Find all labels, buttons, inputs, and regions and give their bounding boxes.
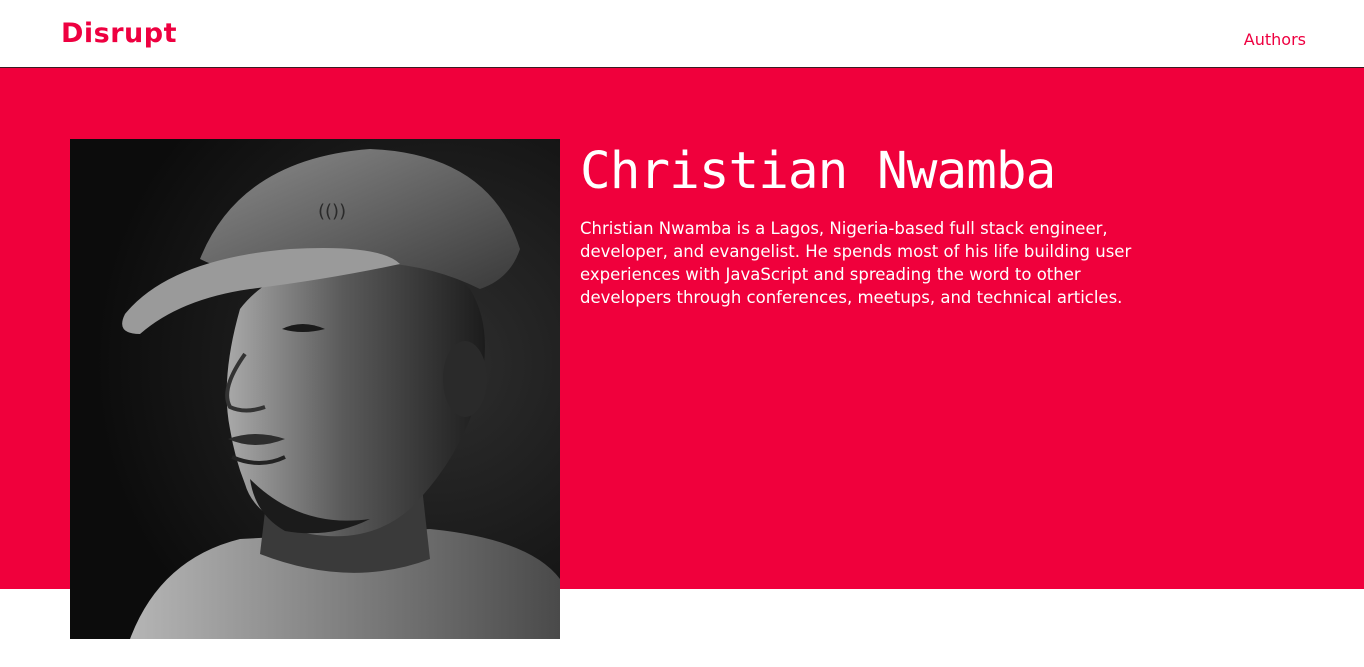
author-photo: (()) <box>70 139 560 639</box>
author-bio: Christian Nwamba is a Lagos, Nigeria-bas… <box>580 219 1132 307</box>
site-header: Disrupt Authors <box>0 0 1364 68</box>
svg-text:(()): (()) <box>318 201 346 222</box>
site-logo[interactable]: Disrupt <box>61 16 177 52</box>
author-name: Christian Nwamba <box>580 142 1056 201</box>
nav-link-authors[interactable]: Authors <box>1244 30 1306 50</box>
portrait-illustration: (()) <box>70 139 560 639</box>
